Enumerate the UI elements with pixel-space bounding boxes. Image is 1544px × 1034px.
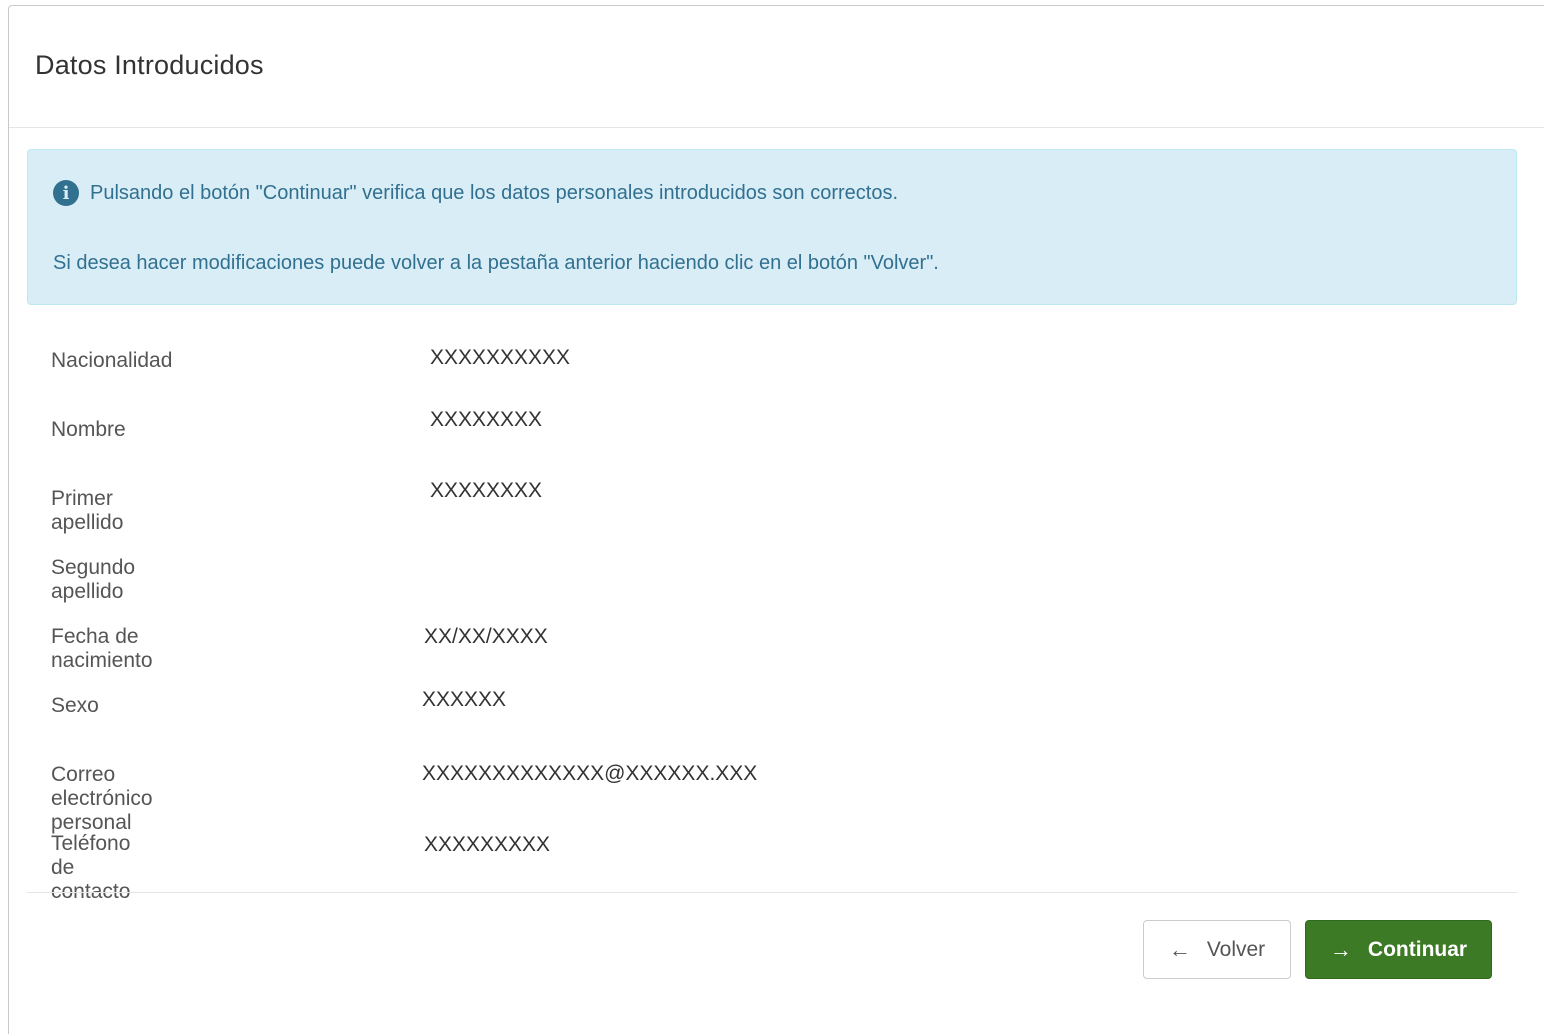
continue-button-label: Continuar bbox=[1367, 937, 1468, 961]
label-sexo: Sexo bbox=[51, 694, 99, 717]
value-fecha-nacimiento: XX/XX/XXXX bbox=[424, 625, 548, 648]
label-fecha-nacimiento: Fecha de nacimiento bbox=[51, 625, 153, 672]
value-nacionalidad: XXXXXXXXXX bbox=[430, 346, 571, 369]
modal-title: Datos Introducidos bbox=[35, 50, 264, 80]
value-sexo: XXXXXX bbox=[422, 688, 507, 711]
arrow-right-icon: → bbox=[1329, 936, 1352, 962]
value-nombre: XXXXXXXX bbox=[430, 408, 543, 431]
continue-button[interactable]: → Continuar bbox=[1305, 920, 1492, 979]
label-primer-apellido: Primer apellido bbox=[51, 487, 124, 534]
label-correo: Correo electrónico personal bbox=[51, 763, 153, 834]
info-alert: i Pulsando el botón "Continuar" verifica… bbox=[27, 149, 1517, 305]
back-button[interactable]: ← Volver bbox=[1143, 920, 1291, 979]
label-nacionalidad: Nacionalidad bbox=[51, 349, 173, 372]
alert-text-1: Pulsando el botón "Continuar" verifica q… bbox=[90, 181, 898, 204]
label-nombre: Nombre bbox=[51, 418, 126, 441]
label-telefono: Teléfono de contacto bbox=[51, 832, 131, 903]
footer-divider bbox=[27, 892, 1517, 893]
arrow-left-icon: ← bbox=[1168, 936, 1191, 962]
modal-header: Datos Introducidos bbox=[9, 6, 1544, 128]
label-segundo-apellido: Segundo apellido bbox=[51, 556, 136, 603]
value-primer-apellido: XXXXXXXX bbox=[430, 479, 543, 502]
alert-line-1: i Pulsando el botón "Continuar" verifica… bbox=[53, 180, 898, 206]
value-telefono: XXXXXXXXX bbox=[424, 833, 551, 856]
alert-text-2: Si desea hacer modificaciones puede volv… bbox=[53, 252, 939, 274]
info-circle-icon: i bbox=[53, 180, 79, 206]
back-button-label: Volver bbox=[1206, 937, 1266, 961]
value-correo: XXXXXXXXXXXXX@XXXXXX.XXX bbox=[422, 762, 758, 785]
